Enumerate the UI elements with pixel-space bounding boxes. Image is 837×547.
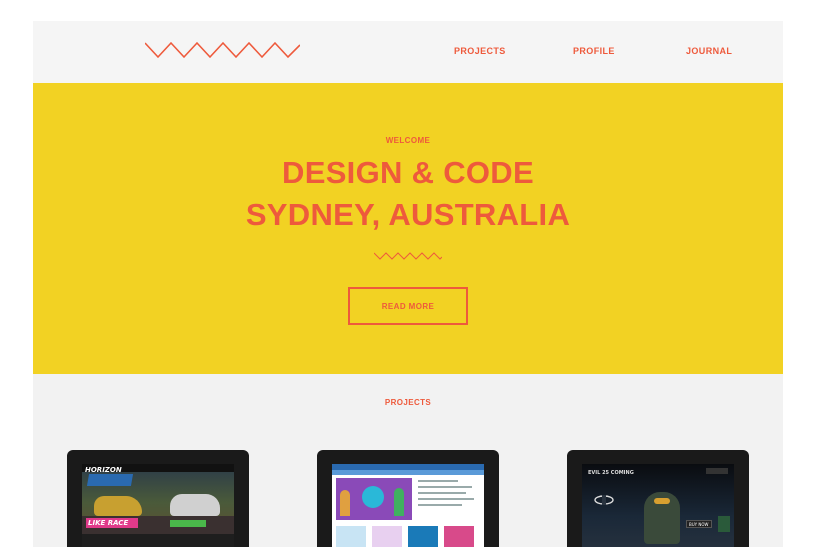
site-header: PROJECTS PROFILE JOURNAL xyxy=(33,21,783,83)
project-thumbnail-3[interactable]: EVIL 25 COMING BUY NOW xyxy=(567,450,749,547)
nav-journal-link[interactable]: JOURNAL xyxy=(686,46,732,56)
projects-heading: PROJECTS xyxy=(384,398,432,407)
project-screenshot-halo: EVIL 25 COMING BUY NOW xyxy=(582,464,734,547)
content-tile xyxy=(372,526,402,547)
brand-banner xyxy=(86,474,134,486)
game-box xyxy=(718,516,730,532)
read-more-button[interactable]: READ MORE xyxy=(348,287,468,325)
game-logo-icon xyxy=(594,495,614,505)
content-tile xyxy=(336,526,366,547)
nav-projects-link[interactable]: PROJECTS xyxy=(454,46,506,56)
text-line xyxy=(418,486,472,488)
text-line xyxy=(418,498,474,500)
cta-button-shape xyxy=(170,520,206,527)
soldier-visor xyxy=(654,498,670,504)
hero-title-line-2: SYDNEY, AUSTRALIA xyxy=(245,197,571,232)
screen-subbar xyxy=(332,470,484,475)
page: PROJECTS PROFILE JOURNAL WELCOME DESIGN … xyxy=(33,21,783,547)
content-tile xyxy=(408,526,438,547)
screen-header-button xyxy=(706,468,728,474)
content-tile xyxy=(444,526,474,547)
hero-section: WELCOME DESIGN & CODE SYDNEY, AUSTRALIA … xyxy=(33,83,783,374)
hero-title-line-1: DESIGN & CODE xyxy=(282,155,534,190)
character-figure xyxy=(340,490,350,516)
buy-text: BUY NOW xyxy=(689,522,709,527)
project-thumbnail-1[interactable]: HORIZON LIKE RACE xyxy=(67,450,249,547)
car-shape xyxy=(170,494,220,516)
project-thumbnail-2[interactable] xyxy=(317,450,499,547)
nav-profile-link[interactable]: PROFILE xyxy=(573,46,615,56)
play-circle-icon xyxy=(362,486,384,508)
hero-welcome-label: WELCOME xyxy=(385,136,431,145)
zigzag-divider-icon xyxy=(374,252,442,260)
car-shape xyxy=(94,496,142,516)
screen-footer xyxy=(82,534,234,547)
like-text: LIKE RACE xyxy=(88,519,129,527)
text-line xyxy=(418,480,458,482)
zigzag-logo-icon[interactable] xyxy=(145,40,300,60)
text-line xyxy=(418,504,462,506)
project-screenshot-education xyxy=(332,464,484,547)
project-screenshot-racing: HORIZON LIKE RACE xyxy=(82,464,234,547)
text-line xyxy=(418,492,466,494)
character-figure xyxy=(394,488,404,516)
brand-text: HORIZON xyxy=(85,466,122,474)
screen-headline: EVIL 25 COMING xyxy=(588,470,634,476)
